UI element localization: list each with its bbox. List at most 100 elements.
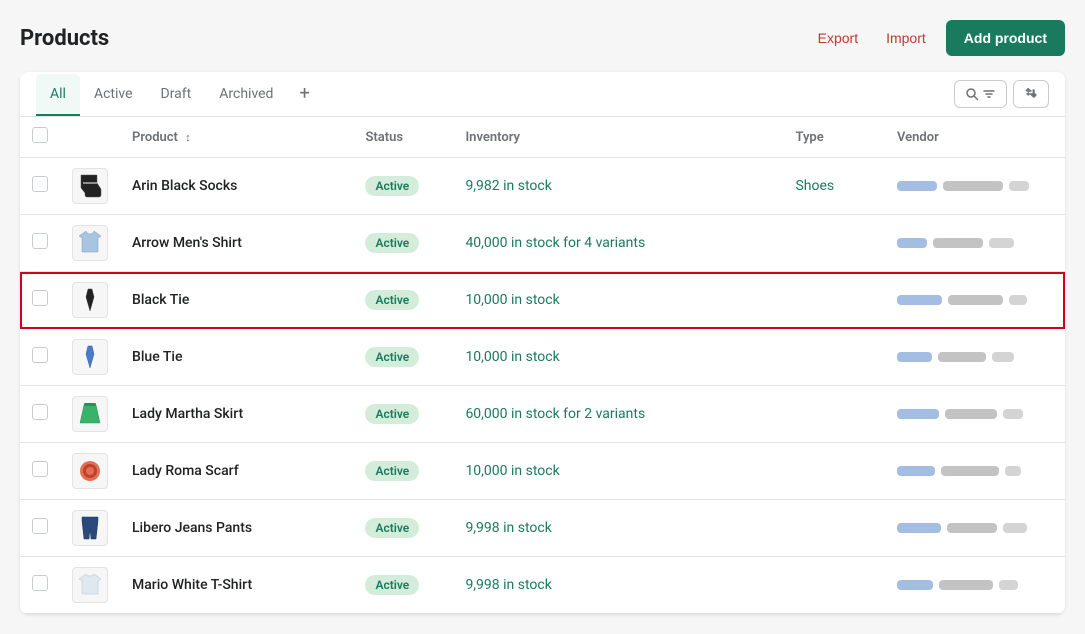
export-button[interactable]: Export [810, 24, 866, 52]
product-image [72, 225, 108, 261]
vendor-blur [897, 295, 1053, 305]
product-status-cell: Active [353, 272, 453, 329]
sort-button[interactable] [1013, 80, 1049, 108]
table-row[interactable]: Mario White T-Shirt Active 9,998 in stoc… [20, 557, 1065, 614]
search-filter-button[interactable] [954, 80, 1007, 108]
row-checkbox-cell[interactable] [20, 443, 60, 500]
product-image-cell [60, 329, 120, 386]
product-vendor-cell [885, 158, 1065, 215]
product-name-cell[interactable]: Mario White T-Shirt [120, 557, 353, 614]
product-name-cell[interactable]: Lady Martha Skirt [120, 386, 353, 443]
vendor-blur [897, 580, 1053, 590]
tab-archived[interactable]: Archived [205, 74, 287, 116]
product-inventory-cell[interactable]: 10,000 in stock [453, 443, 783, 500]
sort-icon [1024, 87, 1038, 101]
product-image-cell [60, 500, 120, 557]
product-name-cell[interactable]: Blue Tie [120, 329, 353, 386]
row-checkbox-cell[interactable] [20, 386, 60, 443]
row-checkbox[interactable] [32, 404, 48, 420]
product-status-cell: Active [353, 158, 453, 215]
table-row[interactable]: Blue Tie Active 10,000 in stock [20, 329, 1065, 386]
row-checkbox-cell[interactable] [20, 215, 60, 272]
product-type-cell [783, 500, 885, 557]
sort-product-icon: ↕ [185, 131, 191, 144]
vendor-blur [897, 181, 1053, 191]
th-vendor: Vendor [885, 117, 1065, 158]
row-checkbox-cell[interactable] [20, 158, 60, 215]
page-title: Products [20, 26, 109, 51]
product-status-cell: Active [353, 443, 453, 500]
product-image [72, 339, 108, 375]
tab-add-button[interactable]: + [287, 75, 321, 115]
import-button[interactable]: Import [878, 24, 934, 52]
status-badge: Active [365, 575, 419, 595]
product-name-cell[interactable]: Arin Black Socks [120, 158, 353, 215]
table-row[interactable]: Arrow Men's Shirt Active 40,000 in stock… [20, 215, 1065, 272]
vendor-blur [897, 523, 1053, 533]
status-badge: Active [365, 233, 419, 253]
product-inventory-cell[interactable]: 10,000 in stock [453, 272, 783, 329]
row-checkbox-cell[interactable] [20, 272, 60, 329]
table-row[interactable]: Lady Roma Scarf Active 10,000 in stock [20, 443, 1065, 500]
th-product[interactable]: Product ↕ [120, 117, 353, 158]
product-type-cell [783, 386, 885, 443]
product-type-cell [783, 215, 885, 272]
row-checkbox[interactable] [32, 575, 48, 591]
header-actions: Export Import Add product [810, 20, 1065, 56]
vendor-blur [897, 238, 1053, 248]
product-name-cell[interactable]: Black Tie [120, 272, 353, 329]
table-row[interactable]: Arin Black Socks Active 9,982 in stock S… [20, 158, 1065, 215]
product-inventory-cell[interactable]: 9,998 in stock [453, 557, 783, 614]
product-inventory-cell[interactable]: 9,998 in stock [453, 500, 783, 557]
table-row[interactable]: Lady Martha Skirt Active 60,000 in stock… [20, 386, 1065, 443]
row-checkbox[interactable] [32, 233, 48, 249]
product-type-cell [783, 443, 885, 500]
select-all-checkbox[interactable] [32, 127, 48, 143]
status-badge: Active [365, 461, 419, 481]
product-vendor-cell [885, 386, 1065, 443]
product-image [72, 510, 108, 546]
product-image-cell [60, 557, 120, 614]
product-inventory-cell[interactable]: 40,000 in stock for 4 variants [453, 215, 783, 272]
product-inventory-cell[interactable]: 10,000 in stock [453, 329, 783, 386]
product-inventory-cell[interactable]: 9,982 in stock [453, 158, 783, 215]
row-checkbox[interactable] [32, 518, 48, 534]
product-image-cell [60, 215, 120, 272]
row-checkbox[interactable] [32, 347, 48, 363]
tab-all[interactable]: All [36, 74, 80, 116]
product-inventory-cell[interactable]: 60,000 in stock for 2 variants [453, 386, 783, 443]
row-checkbox[interactable] [32, 290, 48, 306]
product-name-cell[interactable]: Libero Jeans Pants [120, 500, 353, 557]
table-row[interactable]: Black Tie Active 10,000 in stock [20, 272, 1065, 329]
add-product-button[interactable]: Add product [946, 20, 1065, 56]
row-checkbox[interactable] [32, 461, 48, 477]
product-vendor-cell [885, 500, 1065, 557]
product-image-cell [60, 158, 120, 215]
row-checkbox[interactable] [32, 176, 48, 192]
tab-draft[interactable]: Draft [147, 74, 206, 116]
search-icon [965, 87, 979, 101]
product-type-cell[interactable]: Shoes [783, 158, 885, 215]
row-checkbox-cell[interactable] [20, 329, 60, 386]
row-checkbox-cell[interactable] [20, 557, 60, 614]
product-vendor-cell [885, 272, 1065, 329]
vendor-blur [897, 352, 1053, 362]
row-checkbox-cell[interactable] [20, 500, 60, 557]
product-type-cell [783, 329, 885, 386]
product-status-cell: Active [353, 386, 453, 443]
status-badge: Active [365, 347, 419, 367]
product-image-cell [60, 443, 120, 500]
product-image [72, 567, 108, 603]
tab-active[interactable]: Active [80, 74, 147, 116]
product-image [72, 396, 108, 432]
th-inventory: Inventory [453, 117, 783, 158]
product-name-cell[interactable]: Arrow Men's Shirt [120, 215, 353, 272]
products-card: All Active Draft Archived + [20, 72, 1065, 614]
product-image-cell [60, 386, 120, 443]
th-checkbox[interactable] [20, 117, 60, 158]
product-vendor-cell [885, 329, 1065, 386]
product-name-cell[interactable]: Lady Roma Scarf [120, 443, 353, 500]
product-vendor-cell [885, 557, 1065, 614]
table-row[interactable]: Libero Jeans Pants Active 9,998 in stock [20, 500, 1065, 557]
status-badge: Active [365, 176, 419, 196]
